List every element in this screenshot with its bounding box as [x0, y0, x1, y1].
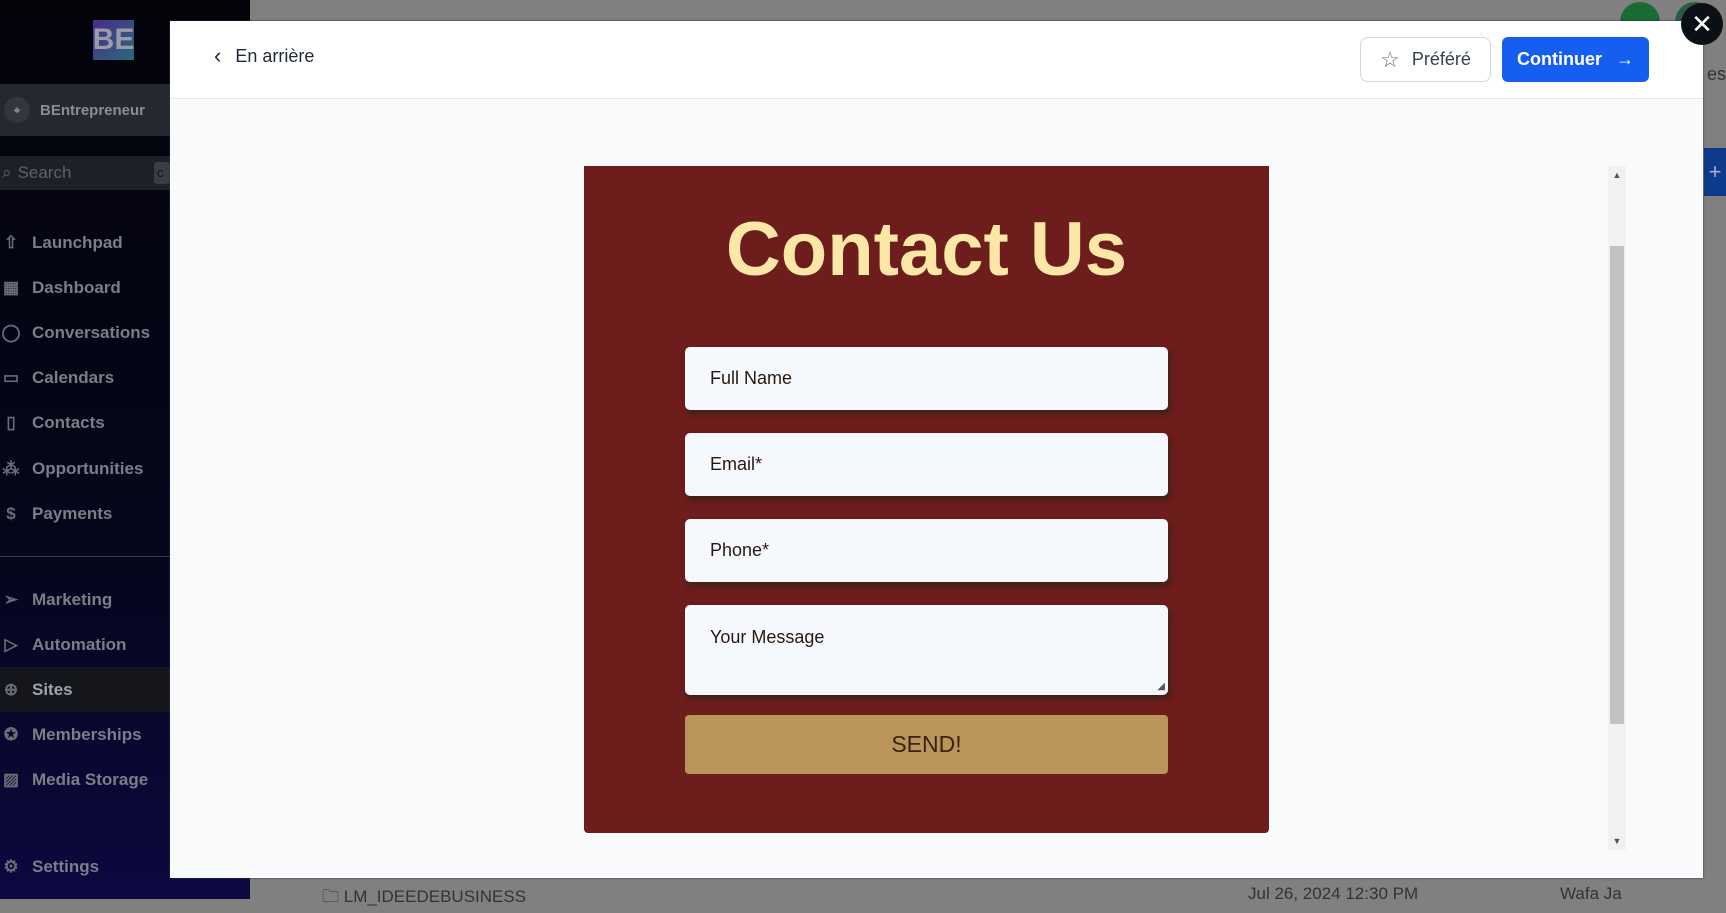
- sidebar-item-marketing[interactable]: ➢ Marketing: [0, 577, 170, 622]
- message-field[interactable]: Your Message ◢: [685, 605, 1168, 695]
- sidebar-item-label: Memberships: [32, 724, 142, 744]
- launchpad-icon: ⇧: [3, 232, 19, 252]
- sidebar-item-automation[interactable]: ▷ Automation: [0, 622, 170, 667]
- sidebar-item-media-storage[interactable]: ▨ Media Storage: [0, 757, 170, 802]
- sidebar-item-calendars[interactable]: ▭ Calendars: [0, 355, 170, 400]
- favorite-button[interactable]: ☆ Préféré: [1360, 37, 1491, 82]
- send-icon: ➢: [3, 589, 19, 609]
- sidebar-item-label: Dashboard: [32, 277, 121, 297]
- automation-icon: ▷: [4, 634, 18, 654]
- search-input[interactable]: ⌕ Search c: [0, 156, 170, 190]
- sidebar-item-label: Contacts: [32, 412, 105, 432]
- sidebar-item-settings[interactable]: ⚙ Settings: [0, 844, 170, 889]
- logo-text: BE: [92, 23, 135, 56]
- continue-button[interactable]: Continuer →: [1502, 37, 1649, 82]
- sidebar-item-opportunities[interactable]: ⁂ Opportunities: [0, 446, 170, 491]
- close-icon[interactable]: ✕: [1681, 3, 1723, 45]
- opportunities-icon: ⁂: [2, 458, 20, 478]
- sidebar-item-conversations[interactable]: ◯ Conversations: [0, 310, 170, 355]
- sidebar-item-label: Settings: [32, 856, 100, 876]
- image-icon: ▨: [2, 769, 20, 789]
- scrollbar-thumb[interactable]: [1610, 246, 1624, 724]
- sidebar-item-label: Conversations: [32, 322, 151, 342]
- cursor-icon: ⌖: [4, 97, 30, 123]
- account-name: BEntrepreneur: [40, 101, 146, 119]
- sidebar-item-sites[interactable]: ⊕ Sites: [0, 667, 170, 712]
- gear-icon: ⚙: [3, 856, 19, 876]
- sidebar-item-label: Opportunities: [32, 458, 144, 478]
- modal-header: ‹ En arrière ☆ Préféré Continuer →: [170, 21, 1703, 99]
- sidebar-item-dashboard[interactable]: ▦ Dashboard: [0, 265, 170, 310]
- search-shortcut: c: [154, 162, 170, 184]
- sidebar-item-label: Sites: [32, 679, 73, 699]
- dashboard-icon: ▦: [2, 277, 20, 297]
- back-button[interactable]: ‹ En arrière: [214, 43, 314, 69]
- payments-icon: $: [6, 503, 16, 523]
- back-label: En arrière: [235, 45, 315, 66]
- search-icon: ⌕: [2, 163, 12, 182]
- sidebar-item-label: Automation: [32, 634, 127, 654]
- form-title: Contact Us: [725, 207, 1128, 292]
- continue-label: Continuer: [1517, 49, 1602, 69]
- message-placeholder: Your Message: [710, 627, 825, 647]
- star-icon: ☆: [1380, 46, 1400, 72]
- add-button[interactable]: +: [1704, 148, 1726, 196]
- sidebar-item-label: Media Storage: [32, 769, 149, 789]
- template-preview-modal: ‹ En arrière ☆ Préféré Continuer → Contact …: [170, 21, 1703, 878]
- folder-name: LM_IDEEDEBUSINESS: [343, 887, 527, 906]
- contacts-icon: ▯: [6, 412, 16, 432]
- sites-icon: ⊕: [3, 679, 19, 699]
- sidebar-item-memberships[interactable]: ✪ Memberships: [0, 712, 170, 757]
- sidebar-item-label: Launchpad: [32, 232, 123, 252]
- favorite-label: Préféré: [1411, 49, 1471, 69]
- sidebar-item-label: Calendars: [32, 367, 115, 387]
- search-placeholder: Search: [17, 163, 72, 182]
- contact-form-preview: Contact Us Full Name Email* Phone* Your …: [584, 166, 1269, 833]
- calendar-icon: ▭: [2, 367, 20, 387]
- phone-field[interactable]: Phone*: [685, 519, 1168, 582]
- folder-row-date: Jul 26, 2024 12:30 PM: [1248, 884, 1419, 903]
- folder-row-user: Wafa Ja: [1560, 884, 1622, 903]
- full-name-field[interactable]: Full Name: [685, 347, 1168, 410]
- badge-icon: ✪: [3, 724, 19, 744]
- resize-grip-icon[interactable]: ◢: [1157, 681, 1165, 692]
- account-switcher[interactable]: ⌖ BEntrepreneur: [0, 84, 170, 136]
- scroll-down-icon[interactable]: ▼: [1608, 836, 1626, 846]
- sidebar-divider: [0, 556, 170, 557]
- sidebar-item-label: Marketing: [32, 589, 113, 609]
- sidebar-item-contacts[interactable]: ▯ Contacts: [0, 400, 170, 445]
- preview-scrollbar[interactable]: ▲ ▼: [1608, 166, 1626, 850]
- background-text: es: [1706, 64, 1726, 84]
- email-field[interactable]: Email*: [685, 433, 1168, 496]
- chat-icon: ◯: [1, 322, 21, 342]
- send-button[interactable]: SEND!: [685, 715, 1168, 774]
- arrow-right-icon: →: [1616, 49, 1634, 69]
- sidebar-item-label: Payments: [32, 503, 113, 523]
- sidebar-item-launchpad[interactable]: ⇧ Launchpad: [0, 220, 170, 265]
- sidebar-item-payments[interactable]: $ Payments: [0, 491, 170, 536]
- logo[interactable]: BE: [93, 20, 134, 60]
- chevron-left-icon: ‹: [214, 43, 222, 68]
- scroll-up-icon[interactable]: ▲: [1608, 170, 1626, 180]
